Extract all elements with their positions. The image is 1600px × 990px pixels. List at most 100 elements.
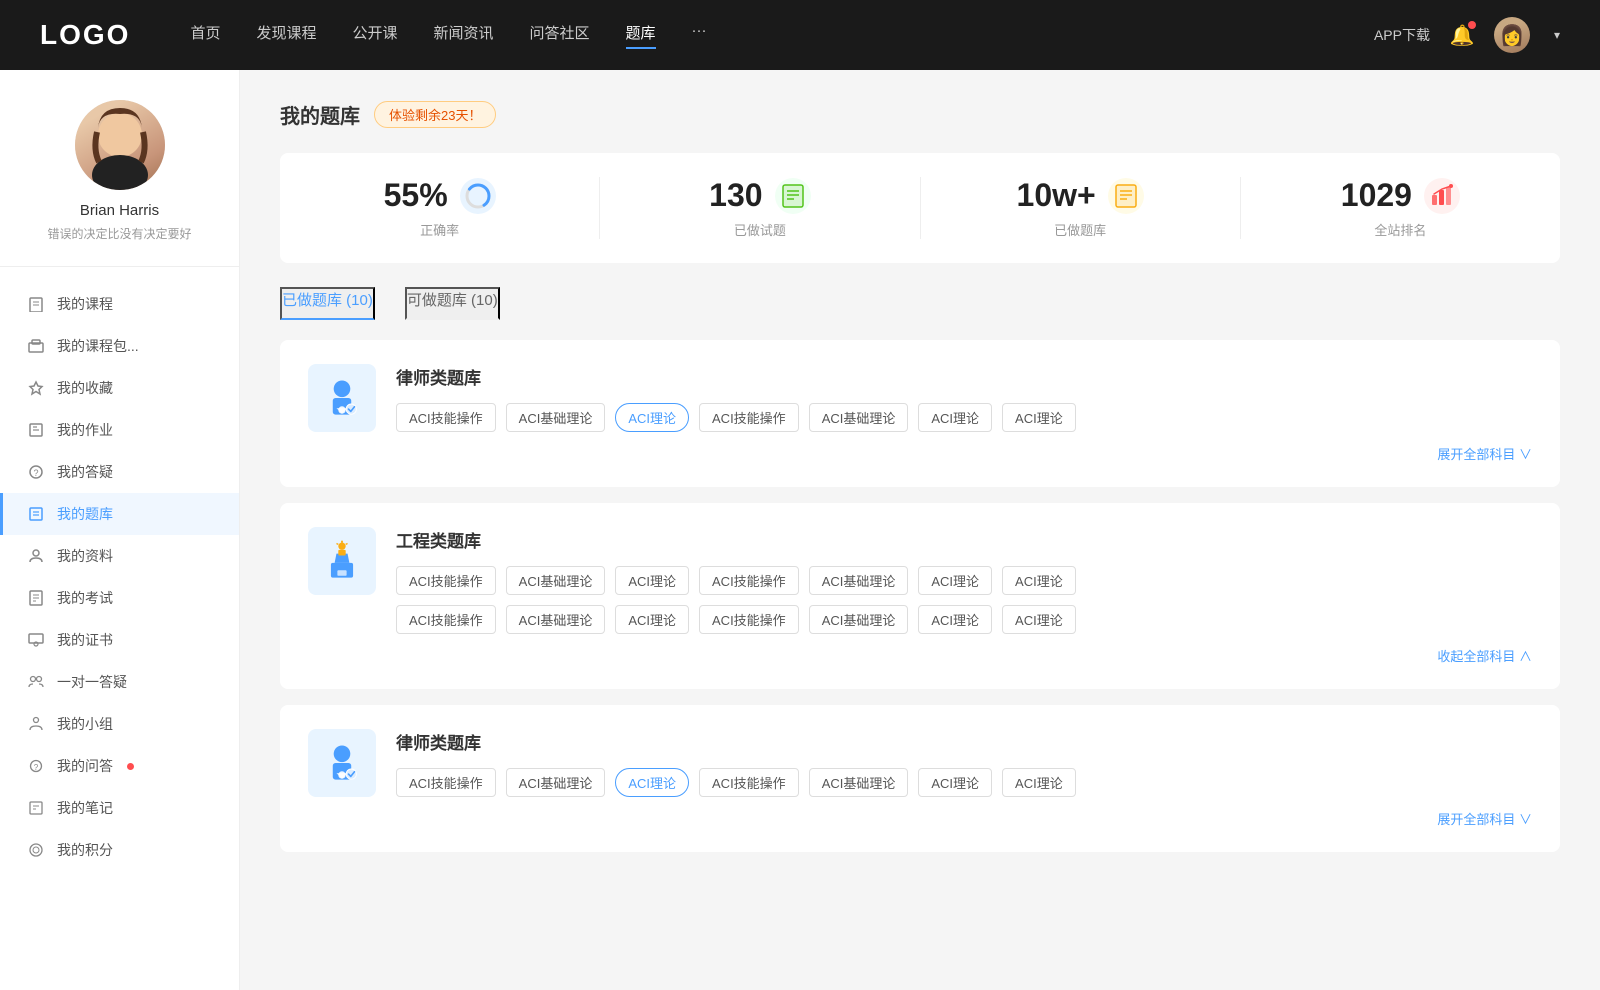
stat-done-banks-label: 已做题库 xyxy=(941,220,1220,239)
notification-badge xyxy=(1468,21,1476,29)
sidebar-item-qa[interactable]: ? 我的答疑 xyxy=(0,451,239,493)
sidebar-label: 我的问答 xyxy=(57,756,113,776)
favorites-icon xyxy=(27,379,45,397)
stat-accuracy-label: 正确率 xyxy=(300,220,579,239)
notification-bell[interactable]: 🔔 xyxy=(1450,23,1474,47)
nav-home[interactable]: 首页 xyxy=(190,22,220,49)
sidebar-label: 一对一答疑 xyxy=(57,672,127,692)
profile-icon xyxy=(27,547,45,565)
tags-row2-engineer: ACI技能操作 ACI基础理论 ACI理论 ACI技能操作 ACI基础理论 AC… xyxy=(396,605,1532,634)
app-download-button[interactable]: APP下载 xyxy=(1374,25,1430,45)
tab-done-banks[interactable]: 已做题库 (10) xyxy=(280,287,375,320)
stat-accuracy-icon xyxy=(460,178,496,214)
sidebar-item-notes[interactable]: 我的笔记 xyxy=(0,787,239,829)
user-menu-chevron[interactable]: ▾ xyxy=(1554,28,1560,42)
tag[interactable]: ACI技能操作 xyxy=(699,768,799,797)
nav-menu: 首页 发现课程 公开课 新闻资讯 问答社区 题库 ··· xyxy=(190,22,1374,49)
sidebar-label: 我的作业 xyxy=(57,420,113,440)
user-avatar-nav[interactable]: 👩 xyxy=(1494,17,1530,53)
tag[interactable]: ACI理论 xyxy=(1002,768,1076,797)
sidebar-label: 我的证书 xyxy=(57,630,113,650)
tag[interactable]: ACI技能操作 xyxy=(699,403,799,432)
stat-done-questions-icon xyxy=(775,178,811,214)
sidebar-item-favorites[interactable]: 我的收藏 xyxy=(0,367,239,409)
tag[interactable]: ACI基础理论 xyxy=(506,403,606,432)
bank-name-lawyer-2: 律师类题库 xyxy=(396,729,1532,754)
sidebar-label: 我的题库 xyxy=(57,504,113,524)
tag[interactable]: ACI理论 xyxy=(918,566,992,595)
tag[interactable]: ACI基础理论 xyxy=(809,566,909,595)
tag[interactable]: ACI技能操作 xyxy=(396,403,496,432)
main-content: 我的题库 体验剩余23天！ 55% 正确率 13 xyxy=(240,70,1600,990)
nav-opencourse[interactable]: 公开课 xyxy=(352,22,397,49)
sidebar-item-group[interactable]: 我的小组 xyxy=(0,703,239,745)
tag[interactable]: ACI基础理论 xyxy=(809,768,909,797)
tag[interactable]: ACI基础理论 xyxy=(506,605,606,634)
tag[interactable]: ACI理论 xyxy=(615,566,689,595)
bank-info-engineer: 工程类题库 ACI技能操作 ACI基础理论 ACI理论 ACI技能操作 ACI基… xyxy=(396,527,1532,665)
sidebar-item-exam[interactable]: 我的考试 xyxy=(0,577,239,619)
bank-info-lawyer-2: 律师类题库 ACI技能操作 ACI基础理论 ACI理论 ACI技能操作 ACI基… xyxy=(396,729,1532,828)
sidebar-item-onetoone[interactable]: 一对一答疑 xyxy=(0,661,239,703)
tag[interactable]: ACI理论 xyxy=(615,605,689,634)
nav-news[interactable]: 新闻资讯 xyxy=(434,22,494,49)
stat-done-banks-icon xyxy=(1108,178,1144,214)
title-row: 我的题库 体验剩余23天！ xyxy=(280,100,1560,129)
expand-link-lawyer-1[interactable]: 展开全部科目 ∨ xyxy=(396,444,1532,463)
avatar xyxy=(75,100,165,190)
stat-ranking-label: 全站排名 xyxy=(1261,220,1540,239)
stat-done-questions-label: 已做试题 xyxy=(620,220,899,239)
tag[interactable]: ACI技能操作 xyxy=(699,566,799,595)
tag[interactable]: ACI基础理论 xyxy=(809,403,909,432)
tag-active[interactable]: ACI理论 xyxy=(615,403,689,432)
sidebar-item-homework[interactable]: 我的作业 xyxy=(0,409,239,451)
navbar: LOGO 首页 发现课程 公开课 新闻资讯 问答社区 题库 ··· APP下载 … xyxy=(0,0,1600,70)
stat-accuracy: 55% 正确率 xyxy=(280,177,600,239)
tag[interactable]: ACI理论 xyxy=(918,605,992,634)
tag[interactable]: ACI技能操作 xyxy=(396,768,496,797)
tag[interactable]: ACI基础理论 xyxy=(506,566,606,595)
sidebar-label: 我的考试 xyxy=(57,588,113,608)
tag[interactable]: ACI理论 xyxy=(1002,566,1076,595)
sidebar-item-certificate[interactable]: 我的证书 xyxy=(0,619,239,661)
bank-icon-lawyer xyxy=(308,364,376,432)
tags-row-lawyer-2: ACI技能操作 ACI基础理论 ACI理论 ACI技能操作 ACI基础理论 AC… xyxy=(396,768,1532,797)
svg-text:?: ? xyxy=(34,763,39,772)
bank-card-lawyer-2: 律师类题库 ACI技能操作 ACI基础理论 ACI理论 ACI技能操作 ACI基… xyxy=(280,705,1560,852)
collapse-link-engineer[interactable]: 收起全部科目 ∧ xyxy=(396,646,1532,665)
tag[interactable]: ACI技能操作 xyxy=(396,605,496,634)
nav-questionbank[interactable]: 题库 xyxy=(626,22,656,49)
tag-active[interactable]: ACI理论 xyxy=(615,768,689,797)
logo[interactable]: LOGO xyxy=(40,19,130,51)
points-icon xyxy=(27,841,45,859)
notes-icon xyxy=(27,799,45,817)
bank-icon-lawyer-2 xyxy=(308,729,376,797)
tag[interactable]: ACI理论 xyxy=(1002,605,1076,634)
sidebar-item-profile[interactable]: 我的资料 xyxy=(0,535,239,577)
sidebar-item-courses[interactable]: 我的课程 xyxy=(0,283,239,325)
questionbank-icon xyxy=(27,505,45,523)
certificate-icon xyxy=(27,631,45,649)
trial-badge: 体验剩余23天！ xyxy=(374,101,496,128)
sidebar-label: 我的小组 xyxy=(57,714,113,734)
tag[interactable]: ACI基础理论 xyxy=(809,605,909,634)
tag[interactable]: ACI技能操作 xyxy=(396,566,496,595)
tag[interactable]: ACI技能操作 xyxy=(699,605,799,634)
tab-available-banks[interactable]: 可做题库 (10) xyxy=(405,287,500,320)
nav-qa[interactable]: 问答社区 xyxy=(530,22,590,49)
bank-icon-engineer xyxy=(308,527,376,595)
nav-more[interactable]: ··· xyxy=(692,22,707,49)
stat-done-banks: 10w+ 已做题库 xyxy=(921,177,1241,239)
sidebar-item-coursepack[interactable]: 我的课程包... xyxy=(0,325,239,367)
sidebar-item-myqa[interactable]: ? 我的问答 xyxy=(0,745,239,787)
nav-discover[interactable]: 发现课程 xyxy=(256,22,316,49)
sidebar-label: 我的资料 xyxy=(57,546,113,566)
tag[interactable]: ACI理论 xyxy=(1002,403,1076,432)
tag[interactable]: ACI理论 xyxy=(918,403,992,432)
expand-link-lawyer-2[interactable]: 展开全部科目 ∨ xyxy=(396,809,1532,828)
sidebar-item-questionbank[interactable]: 我的题库 xyxy=(0,493,239,535)
tag[interactable]: ACI理论 xyxy=(918,768,992,797)
sidebar-item-points[interactable]: 我的积分 xyxy=(0,829,239,871)
tag[interactable]: ACI基础理论 xyxy=(506,768,606,797)
bank-name-engineer: 工程类题库 xyxy=(396,527,1532,552)
